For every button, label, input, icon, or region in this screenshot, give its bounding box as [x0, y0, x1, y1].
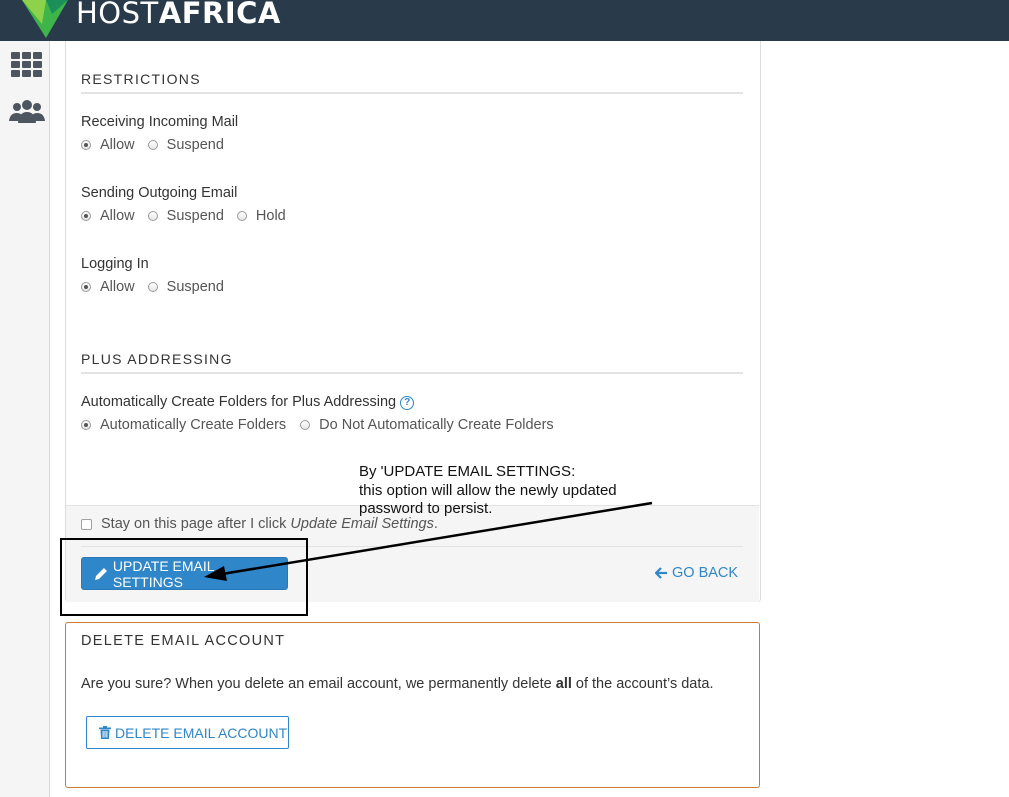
delete-account-warning: Are you sure? When you delete an email a… — [81, 676, 713, 692]
radio-button[interactable] — [236, 211, 247, 221]
radio-button[interactable] — [147, 211, 158, 221]
sending-hold-option[interactable]: Hold — [236, 208, 286, 224]
sending-suspend-option[interactable]: Suspend — [147, 208, 224, 224]
annotation-line: password to persist. — [359, 500, 493, 517]
sending-allow-option[interactable]: Allow — [81, 208, 135, 224]
annotation-highlight-box — [60, 538, 308, 616]
delete-email-account-button[interactable]: DELETE EMAIL ACCOUNT — [86, 716, 289, 749]
option-label: Allow — [100, 208, 135, 224]
plus-addressing-title: PLUS ADDRESSING — [81, 351, 743, 374]
delete-account-title: DELETE EMAIL ACCOUNT — [81, 633, 286, 649]
warning-prefix: Are you sure? When you delete an email a… — [81, 676, 556, 692]
option-label: Hold — [255, 208, 286, 224]
no-auto-create-folders-option[interactable]: Do Not Automatically Create Folders — [300, 417, 554, 433]
option-label: Suspend — [166, 208, 224, 224]
trash-icon — [99, 726, 111, 739]
login-radio-group: Allow Suspend — [81, 279, 237, 295]
sidebar — [0, 41, 50, 797]
annotation-text: By 'UPDATE EMAIL SETTINGS: this option w… — [359, 463, 659, 519]
delete-button-label: DELETE EMAIL ACCOUNT — [115, 724, 288, 741]
annotation-line: this option will allow the newly updated — [359, 481, 617, 499]
receiving-label: Receiving Incoming Mail — [81, 114, 239, 130]
option-label: Suspend — [166, 279, 224, 295]
plus-radio-group: Automatically Create Folders Do Not Auto… — [81, 417, 567, 433]
option-label: Allow — [100, 137, 135, 153]
stay-on-page-checkbox[interactable] — [81, 518, 92, 530]
top-bar: HOSTAFRICA — [0, 0, 1009, 41]
option-label: Suspend — [166, 137, 224, 153]
option-label: Do Not Automatically Create Folders — [319, 417, 554, 433]
plus-addressing-label: Automatically Create Folders for Plus Ad… — [81, 394, 415, 410]
grid-icon[interactable] — [11, 52, 42, 78]
restrictions-title: RESTRICTIONS — [81, 71, 743, 94]
help-icon[interactable]: ? — [400, 396, 415, 410]
stay-prefix: Stay on this page after I click — [101, 516, 291, 532]
radio-button[interactable] — [81, 282, 91, 292]
users-icon[interactable] — [9, 100, 45, 124]
brand-name-bold: AFRICA — [158, 0, 281, 30]
radio-button[interactable] — [300, 420, 311, 430]
sending-label: Sending Outgoing Email — [81, 185, 238, 201]
option-label: Allow — [100, 279, 135, 295]
option-label: Automatically Create Folders — [100, 417, 287, 433]
brand-logo-text[interactable]: HOSTAFRICA — [76, 0, 281, 31]
brand-name-light: HOST — [76, 0, 159, 30]
go-back-link[interactable]: GO BACK — [655, 565, 738, 581]
go-back-label: GO BACK — [672, 565, 739, 581]
login-suspend-option[interactable]: Suspend — [147, 279, 224, 295]
radio-button[interactable] — [81, 420, 91, 430]
auto-create-folders-option[interactable]: Automatically Create Folders — [81, 417, 286, 433]
receiving-radio-group: Allow Suspend — [81, 137, 237, 153]
radio-button[interactable] — [81, 211, 91, 221]
arrow-left-icon — [655, 567, 667, 579]
receiving-allow-option[interactable]: Allow — [81, 137, 135, 153]
radio-button[interactable] — [147, 282, 158, 292]
annotation-line: By 'UPDATE EMAIL SETTINGS: — [359, 463, 576, 480]
sending-radio-group: Allow Suspend Hold — [81, 208, 299, 224]
warning-bold: all — [555, 676, 572, 692]
login-label: Logging In — [81, 256, 149, 272]
radio-button[interactable] — [81, 140, 91, 150]
login-allow-option[interactable]: Allow — [81, 279, 135, 295]
plus-label-text: Automatically Create Folders for Plus Ad… — [81, 394, 397, 410]
receiving-suspend-option[interactable]: Suspend — [147, 137, 224, 153]
logo-icon[interactable] — [22, 0, 70, 40]
radio-button[interactable] — [147, 140, 158, 150]
warning-suffix: of the account’s data. — [571, 676, 714, 692]
